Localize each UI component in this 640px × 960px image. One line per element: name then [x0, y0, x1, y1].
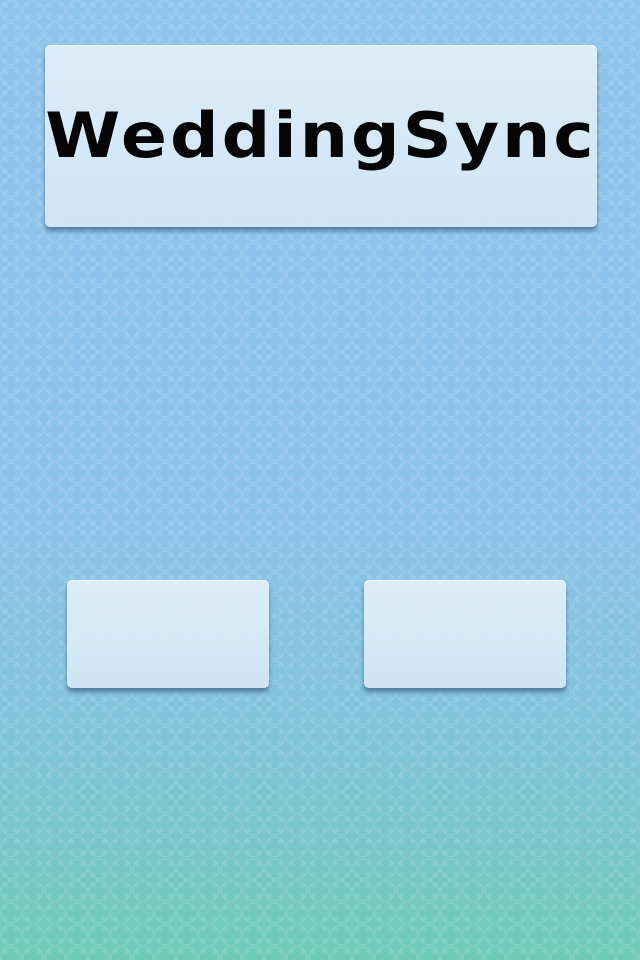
- app-title: WeddingSync: [45, 99, 597, 173]
- right-action-button-label: [364, 580, 566, 688]
- left-action-button[interactable]: [67, 580, 269, 688]
- right-action-button[interactable]: [364, 580, 566, 688]
- left-action-button-label: [67, 580, 269, 688]
- app-screen: WeddingSync: [0, 0, 640, 960]
- title-banner: WeddingSync: [45, 45, 597, 227]
